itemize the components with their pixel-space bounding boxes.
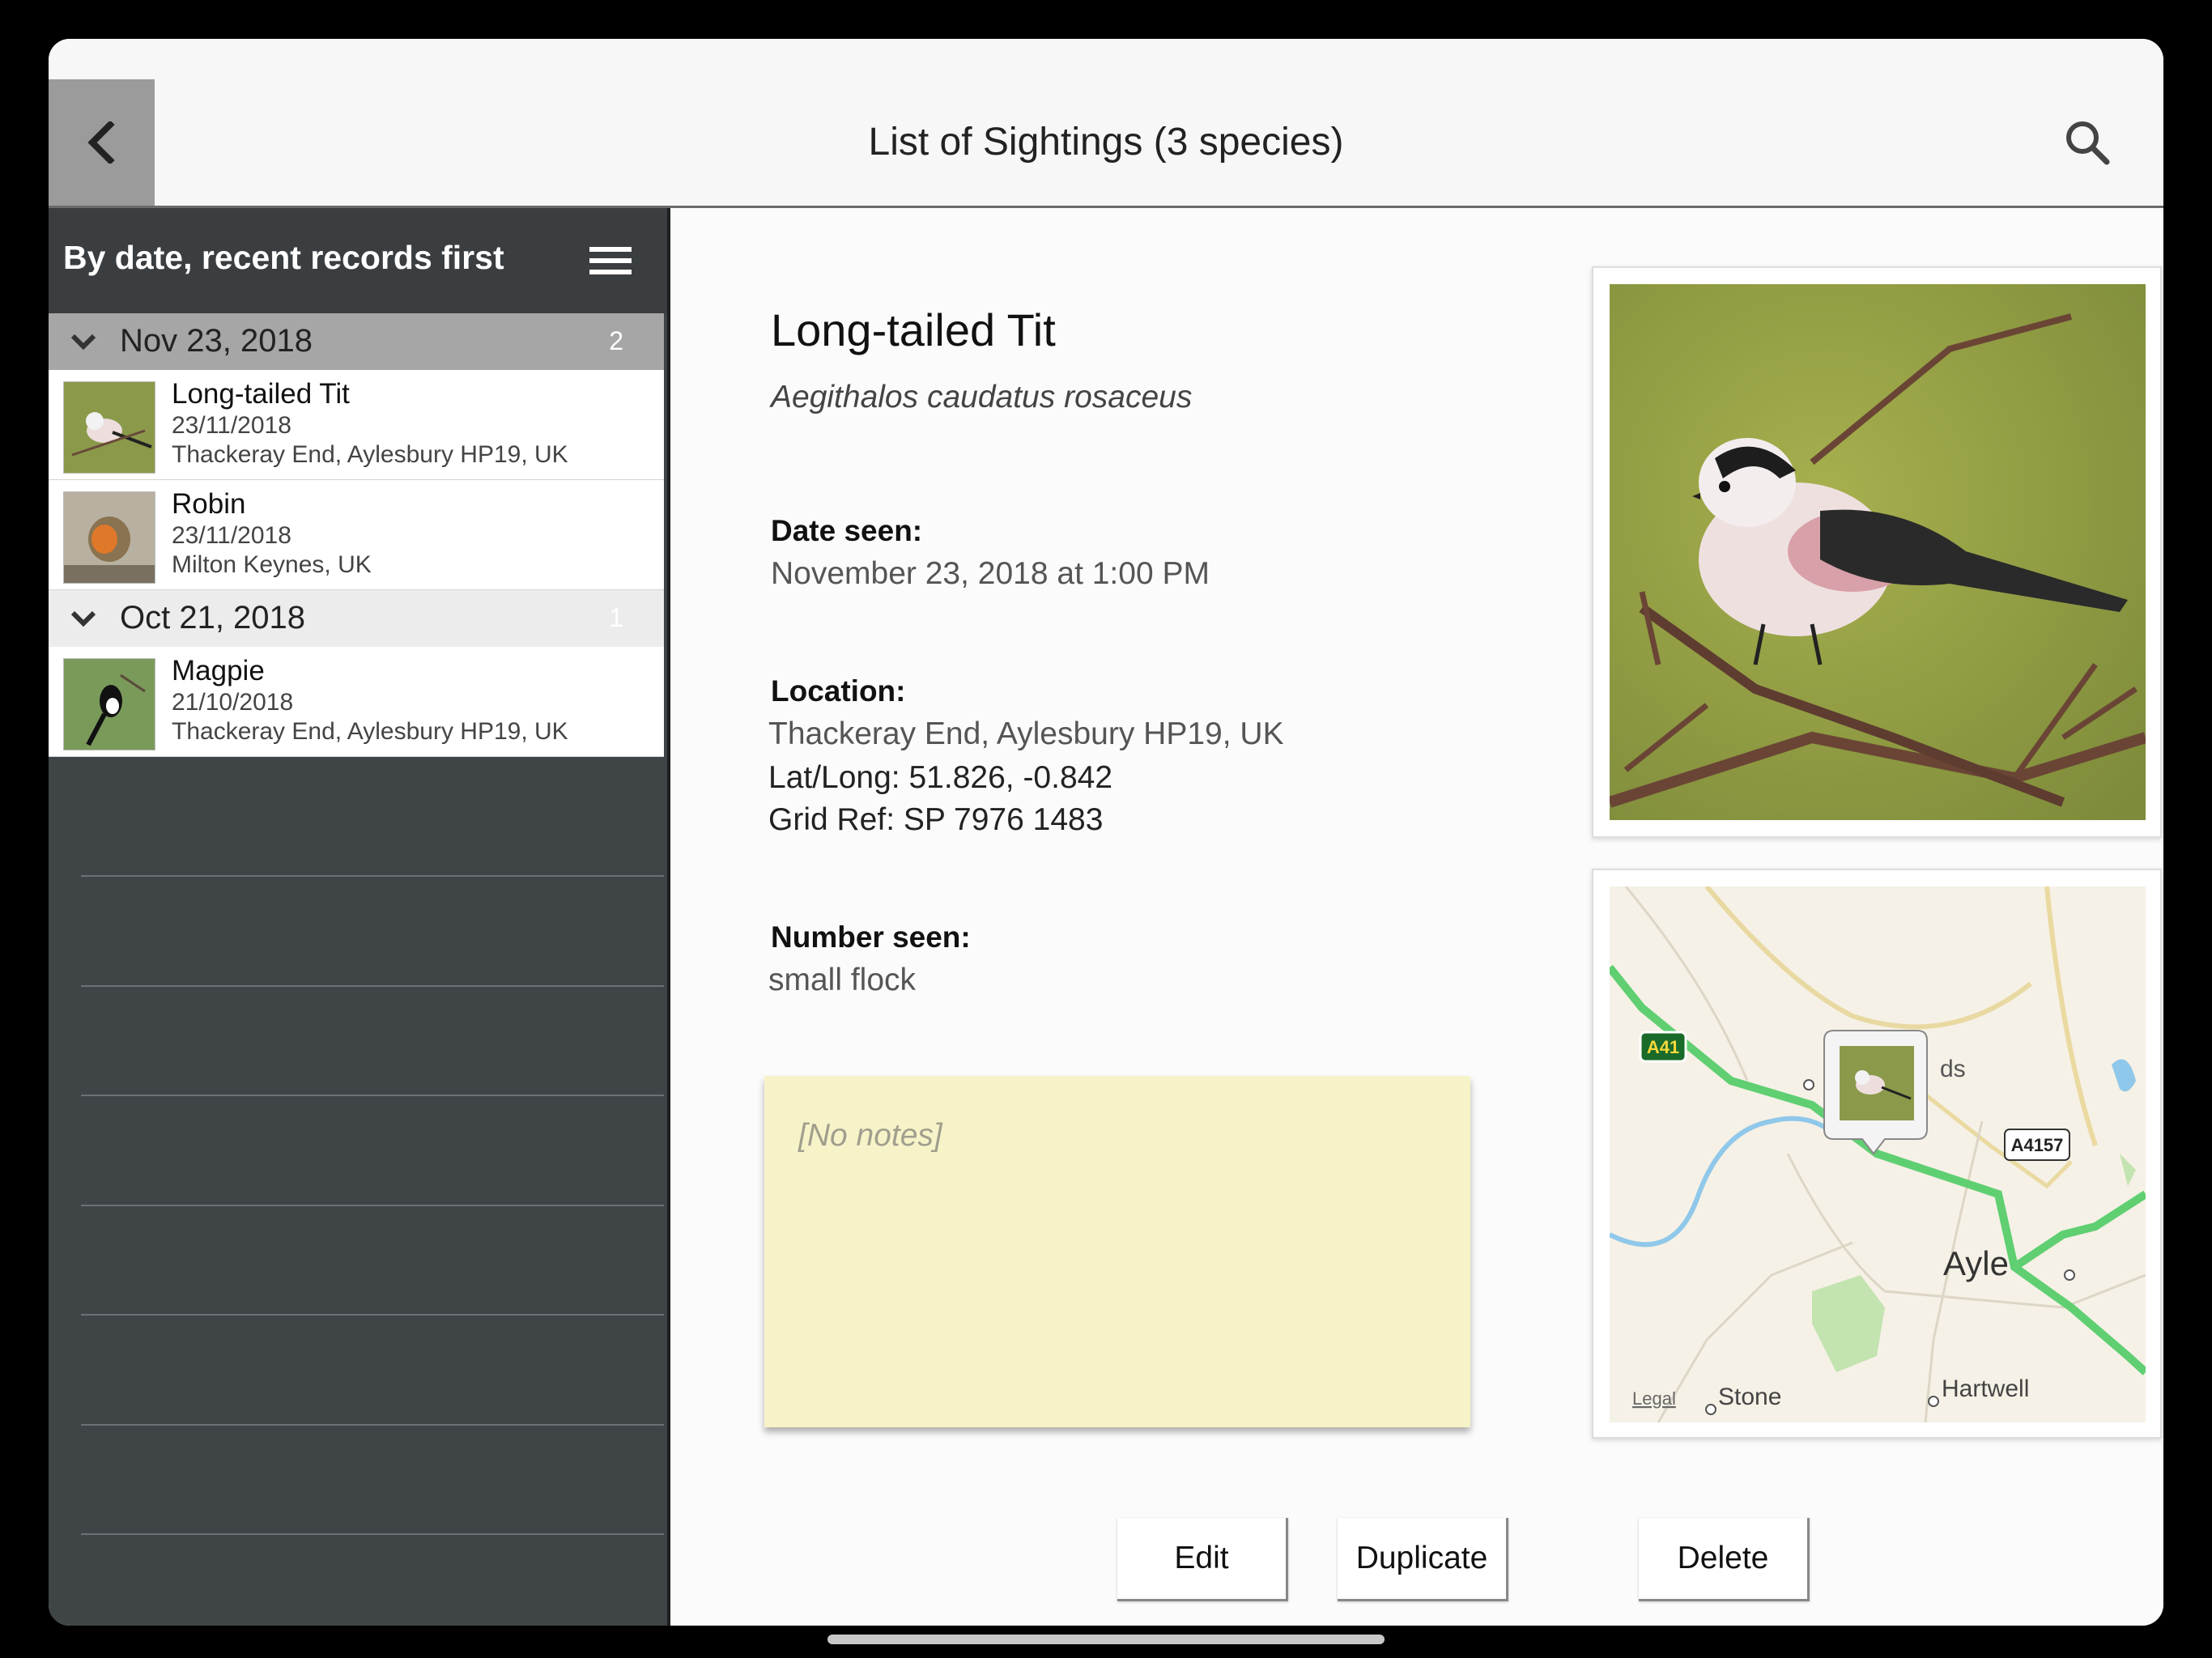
empty-row-divider (81, 1424, 664, 1426)
chevron-left-icon (87, 121, 115, 164)
search-button[interactable] (2061, 117, 2115, 170)
sighting-location: Milton Keynes, UK (172, 551, 372, 578)
date-seen-value: November 23, 2018 at 1:00 PM (771, 556, 1210, 591)
navigation-bar: List of Sightings (3 species) (49, 79, 2163, 208)
map-label-hartwell: Hartwell (1942, 1375, 2029, 1402)
map-pin-annotation[interactable] (1823, 1030, 1928, 1155)
sighting-row-robin[interactable]: Robin 23/11/2018 Milton Keynes, UK (49, 480, 664, 590)
sidebar-header: By date, recent records first (49, 208, 667, 313)
lat-long-value: Lat/Long: 51.826, -0.842 (768, 760, 1113, 795)
number-seen-value: small flock (768, 963, 917, 997)
map-legal-link: Legal (1632, 1388, 1676, 1409)
a41-road-shield: A41 (1639, 1031, 1687, 1063)
a41-label: A41 (1647, 1037, 1679, 1057)
group-count-badge: 1 (609, 603, 623, 632)
group-date-label: Oct 21, 2018 (120, 600, 306, 636)
app-screen: List of Sightings (3 species) By date, r… (49, 39, 2163, 1626)
search-icon (2066, 121, 2110, 165)
species-name: Long-tailed Tit (771, 304, 1056, 355)
status-bar (49, 39, 2163, 80)
sighting-row-magpie[interactable]: Magpie 21/10/2018 Thackeray End, Aylesbu… (49, 647, 664, 757)
empty-row-divider (81, 1095, 664, 1096)
magpie-thumbnail (63, 658, 155, 750)
group-header-nov-23[interactable]: Nov 23, 2018 2 (49, 313, 664, 370)
sighting-name: Robin (172, 488, 246, 520)
sighting-date: 21/10/2018 (172, 689, 294, 716)
chevron-down-icon (70, 610, 96, 627)
map-label-stone: Stone (1718, 1384, 1781, 1410)
location-label: Location: (771, 674, 906, 708)
chevron-down-icon (70, 334, 96, 351)
sighting-date: 23/11/2018 (172, 522, 291, 549)
hamburger-menu-icon[interactable] (589, 247, 632, 279)
sighting-location: Thackeray End, Aylesbury HP19, UK (172, 441, 568, 468)
page-title: List of Sightings (3 species) (868, 121, 1344, 164)
group-header-oct-21[interactable]: Oct 21, 2018 1 (49, 590, 664, 647)
sighting-name: Magpie (172, 655, 265, 687)
notes-placeholder: [No notes] (798, 1118, 942, 1153)
a4157-road-shield: A4157 (2004, 1129, 2070, 1161)
a4157-label: A4157 (2011, 1135, 2064, 1155)
long-tailed-tit-thumbnail (63, 381, 155, 474)
sightings-sidebar: By date, recent records first Nov 23, 20… (49, 208, 670, 1626)
location-map: A41 A4157 Ayle ds Stone Hartwell Legal (1610, 886, 2146, 1422)
group-count-badge: 2 (609, 326, 623, 355)
species-latin-name: Aegithalos caudatus rosaceus (771, 380, 1193, 414)
back-button[interactable] (49, 79, 155, 206)
long-tailed-tit-photo (1610, 284, 2146, 820)
sort-order-label: By date, recent records first (63, 239, 504, 276)
group-date-label: Nov 23, 2018 (120, 323, 313, 359)
notes-box[interactable]: [No notes] (764, 1076, 1470, 1427)
bird-photo-frame[interactable] (1592, 266, 2162, 838)
sighting-name: Long-tailed Tit (172, 378, 350, 410)
robin-thumbnail (63, 491, 155, 584)
empty-row-divider (81, 1205, 664, 1206)
delete-button[interactable]: Delete (1639, 1518, 1810, 1601)
empty-row-divider (81, 875, 664, 877)
location-value: Thackeray End, Aylesbury HP19, UK (768, 716, 1284, 751)
duplicate-button[interactable]: Duplicate (1338, 1518, 1508, 1601)
sighting-date: 23/11/2018 (172, 412, 291, 439)
empty-row-divider (81, 1314, 664, 1316)
map-label-ds: ds (1940, 1056, 1966, 1082)
empty-row-divider (81, 985, 664, 987)
edit-button[interactable]: Edit (1117, 1518, 1288, 1601)
sighting-location: Thackeray End, Aylesbury HP19, UK (172, 718, 568, 745)
grid-ref-value: Grid Ref: SP 7976 1483 (768, 802, 1104, 837)
home-indicator[interactable] (827, 1635, 1385, 1644)
empty-row-divider (81, 1533, 664, 1535)
location-map-frame[interactable]: A41 A4157 Ayle ds Stone Hartwell Legal (1592, 869, 2162, 1439)
sighting-row-long-tailed-tit[interactable]: Long-tailed Tit 23/11/2018 Thackeray End… (49, 370, 664, 480)
map-label-ayle: Ayle (1943, 1244, 2009, 1282)
number-seen-label: Number seen: (771, 920, 971, 954)
date-seen-label: Date seen: (771, 514, 923, 547)
sighting-detail-panel: Long-tailed Tit Aegithalos caudatus rosa… (670, 208, 2163, 1626)
